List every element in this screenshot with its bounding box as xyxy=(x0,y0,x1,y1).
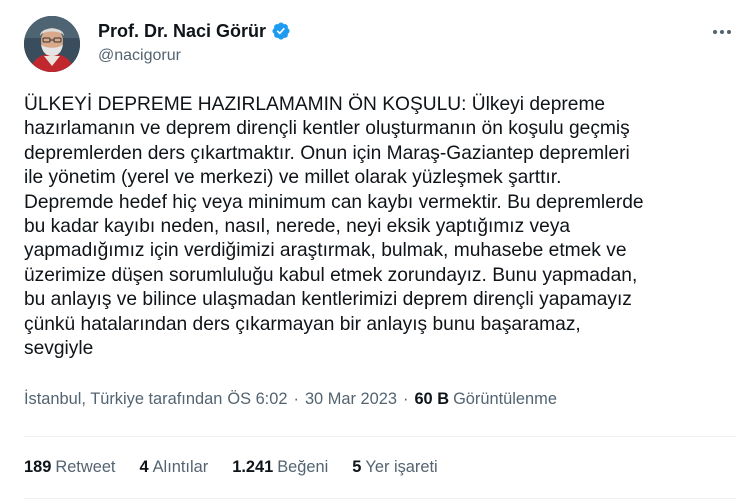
tweet-stats: 189 Retweet 4 Alıntılar 1.241 Beğeni 5 Y… xyxy=(24,458,462,477)
retweets-label: Retweet xyxy=(55,458,116,476)
avatar[interactable] xyxy=(24,16,80,72)
display-name[interactable]: Prof. Dr. Naci Görür xyxy=(98,21,266,42)
bookmarks-stat[interactable]: 5 Yer işareti xyxy=(352,458,437,477)
handle[interactable]: @nacigorur xyxy=(98,47,291,65)
tweet-time[interactable]: ÖS 6:02 xyxy=(227,390,287,409)
quotes-count: 4 xyxy=(139,458,149,476)
bookmarks-count: 5 xyxy=(352,458,362,476)
tweet-location: İstanbul, Türkiye tarafından xyxy=(24,390,223,408)
likes-label: Beğeni xyxy=(277,458,329,476)
display-name-row[interactable]: Prof. Dr. Naci Görür xyxy=(98,20,291,42)
retweets-stat[interactable]: 189 Retweet xyxy=(24,458,116,477)
retweets-count: 189 xyxy=(24,458,52,476)
tweet-date[interactable]: 30 Mar 2023 xyxy=(305,390,397,409)
likes-stat[interactable]: 1.241 Beğeni xyxy=(232,458,328,477)
verified-badge-icon[interactable] xyxy=(271,21,291,41)
likes-count: 1.241 xyxy=(232,458,274,476)
quotes-label: Alıntılar xyxy=(152,458,209,476)
meta-separator: · xyxy=(293,390,299,408)
views-label: Görüntülenme xyxy=(453,390,557,408)
views-count: 60 B xyxy=(414,390,450,408)
divider xyxy=(24,436,736,437)
tweet-meta: İstanbul, Türkiye tarafından ÖS 6:02 · 3… xyxy=(24,390,557,409)
author-names: Prof. Dr. Naci Görür @nacigorur xyxy=(98,20,291,65)
divider xyxy=(24,498,736,499)
meta-separator: · xyxy=(402,390,409,408)
tweet-header: Prof. Dr. Naci Görür @nacigorur xyxy=(24,12,736,76)
more-options-icon[interactable] xyxy=(708,22,736,42)
avatar-photo xyxy=(24,16,80,72)
tweet-text: ÜLKEYİ DEPREME HAZIRLAMAMIN ÖN KOŞULU: Ü… xyxy=(24,94,644,360)
quotes-stat[interactable]: 4 Alıntılar xyxy=(140,458,209,477)
bookmarks-label: Yer işareti xyxy=(365,458,438,476)
